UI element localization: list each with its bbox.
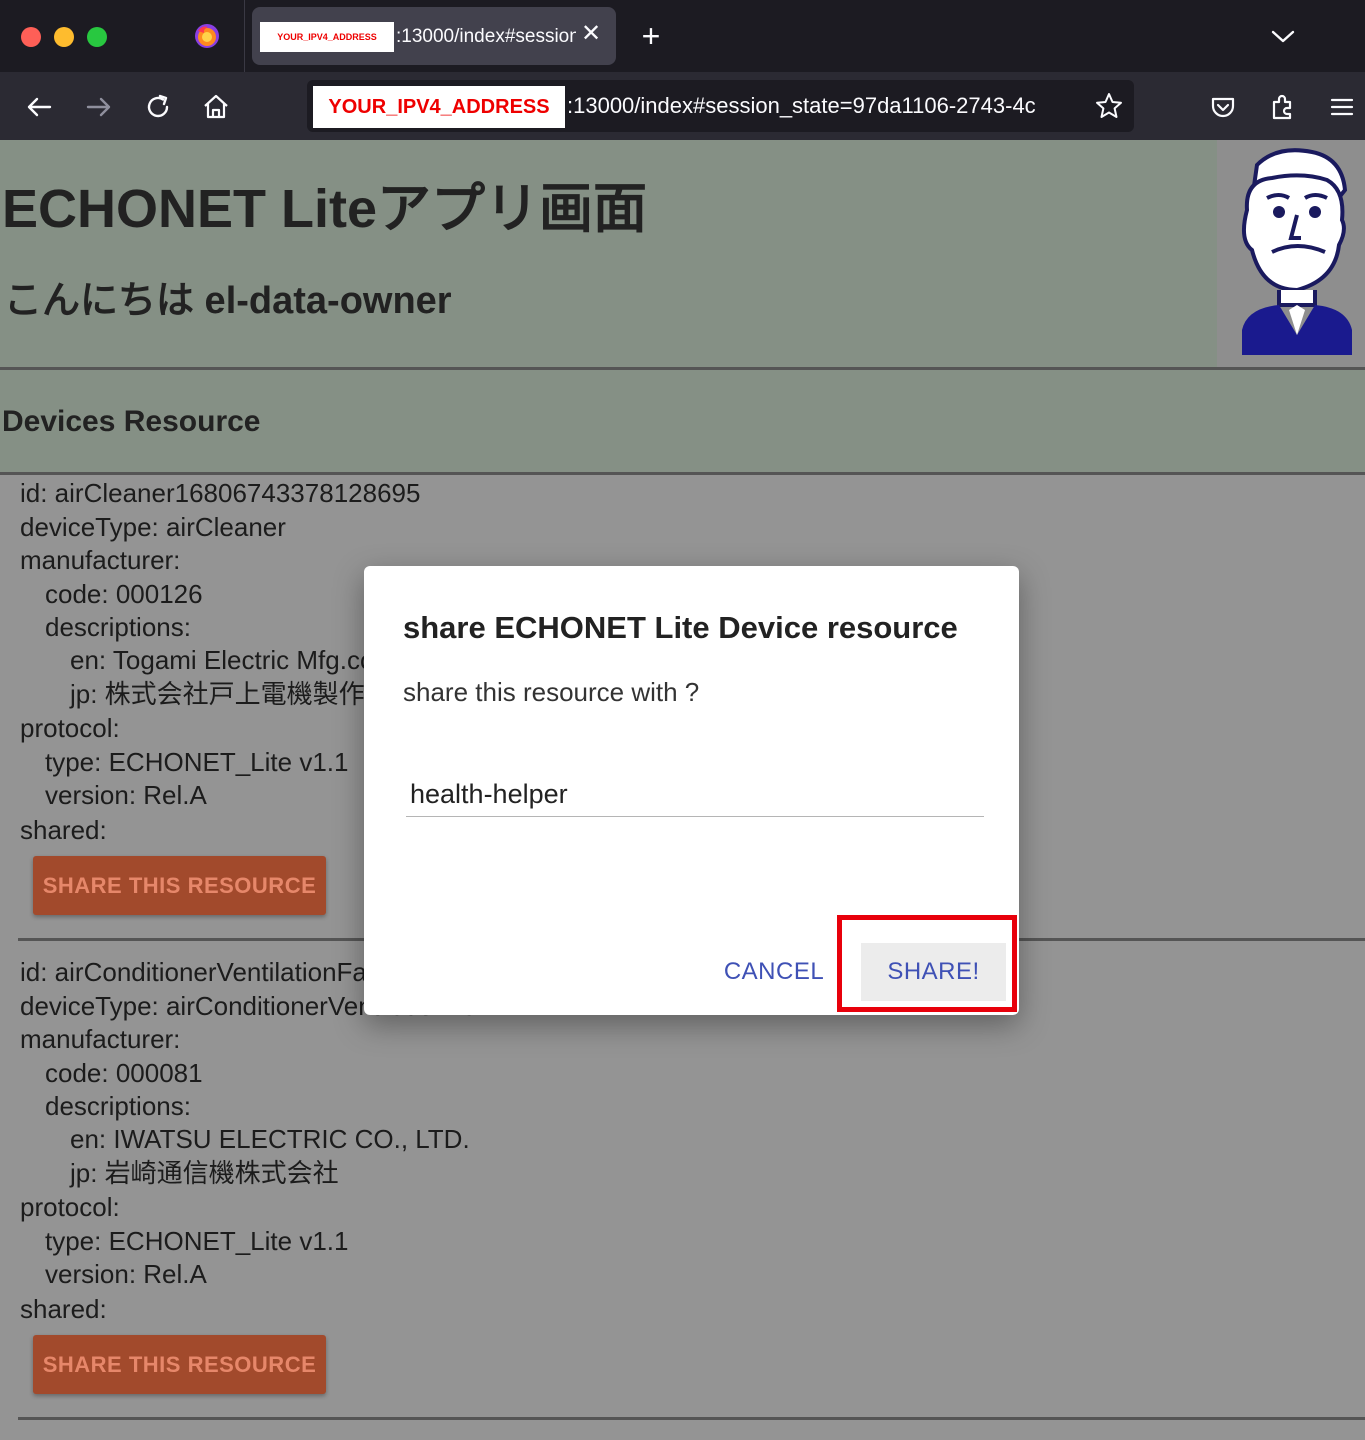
browser-tab-active[interactable]: YOUR_IPV4_ADDRESS :13000/index#session_s… <box>252 7 616 65</box>
minimize-window-button[interactable] <box>54 27 74 47</box>
tab-title: :13000/index#session_state=97da1106-2743… <box>396 26 576 47</box>
bookmark-star-icon[interactable] <box>1093 90 1125 122</box>
back-arrow-icon[interactable] <box>22 90 56 124</box>
resource-section-header: Devices Resource <box>0 370 1365 472</box>
greeting-text: こんにちは el-data-owner <box>4 280 452 322</box>
manufacturer-code: code: 000126 <box>45 579 203 609</box>
tab-separator <box>244 0 245 72</box>
chevron-down-icon[interactable] <box>1268 22 1298 50</box>
protocol-type: type: ECHONET_Lite v1.1 <box>45 747 349 777</box>
descriptions-label: descriptions: <box>45 612 191 642</box>
descriptions-label: descriptions: <box>45 1091 191 1121</box>
tab-redacted-address: YOUR_IPV4_ADDRESS <box>260 22 394 52</box>
device-id: id: airConditionerVentilationFan <box>20 957 382 987</box>
avatar <box>1217 140 1365 367</box>
dialog-prompt: share this resource with ? <box>403 677 700 707</box>
protocol-version: version: Rel.A <box>45 1259 207 1289</box>
app-header: ECHONET Liteアプリ画面 こんにちは el-data-owner <box>0 140 1365 367</box>
cancel-button[interactable]: CANCEL <box>714 948 834 996</box>
forward-arrow-icon[interactable] <box>82 90 116 124</box>
new-tab-icon[interactable]: + <box>636 20 666 52</box>
extensions-icon[interactable] <box>1266 90 1300 124</box>
browser-tab-bar: YOUR_IPV4_ADDRESS :13000/index#session_s… <box>0 0 1365 72</box>
page-title: ECHONET Liteアプリ画面 <box>2 179 648 239</box>
annotation-highlight-box <box>837 915 1017 1012</box>
section-divider <box>0 472 1365 475</box>
user-avatar-illustration-icon <box>1241 148 1352 355</box>
menu-icon[interactable] <box>1325 90 1359 124</box>
share-resource-button[interactable]: SHARE THIS RESOURCE <box>33 856 326 915</box>
shared-label: shared: <box>20 1294 107 1324</box>
close-window-button[interactable] <box>21 27 41 47</box>
address-bar[interactable]: YOUR_IPV4_ADDRESS :13000/index#session_s… <box>307 80 1134 132</box>
reload-icon[interactable] <box>141 90 175 124</box>
home-icon[interactable] <box>199 90 233 124</box>
firefox-icon[interactable] <box>194 23 220 49</box>
protocol-version: version: Rel.A <box>45 780 207 810</box>
tab-close-icon[interactable]: ✕ <box>580 22 602 46</box>
description-en: en: IWATSU ELECTRIC CO., LTD. <box>70 1124 470 1154</box>
manufacturer-label: manufacturer: <box>20 1024 181 1054</box>
description-jp: jp: 株式会社戸上電機製作所 <box>70 679 391 709</box>
device-divider <box>18 1417 1365 1420</box>
manufacturer-label: manufacturer: <box>20 545 181 575</box>
section-title: Devices Resource <box>2 405 261 438</box>
url-redacted-address: YOUR_IPV4_ADDRESS <box>313 86 565 128</box>
protocol-type: type: ECHONET_Lite v1.1 <box>45 1226 349 1256</box>
shared-label: shared: <box>20 815 107 845</box>
dialog-title: share ECHONET Lite Device resource <box>403 610 958 645</box>
share-resource-button[interactable]: SHARE THIS RESOURCE <box>33 1335 326 1394</box>
manufacturer-code: code: 000081 <box>45 1058 203 1088</box>
maximize-window-button[interactable] <box>87 27 107 47</box>
share-with-input[interactable] <box>406 772 984 817</box>
browser-nav-bar: YOUR_IPV4_ADDRESS :13000/index#session_s… <box>0 72 1365 140</box>
device-id: id: airCleaner16806743378128695 <box>20 478 421 508</box>
protocol-label: protocol: <box>20 713 120 743</box>
protocol-label: protocol: <box>20 1192 120 1222</box>
description-jp: jp: 岩崎通信機株式会社 <box>70 1158 339 1188</box>
url-text[interactable]: :13000/index#session_state=97da1106-2743… <box>567 92 1087 120</box>
device-type: deviceType: airCleaner <box>20 512 286 542</box>
pocket-icon[interactable] <box>1206 90 1240 124</box>
